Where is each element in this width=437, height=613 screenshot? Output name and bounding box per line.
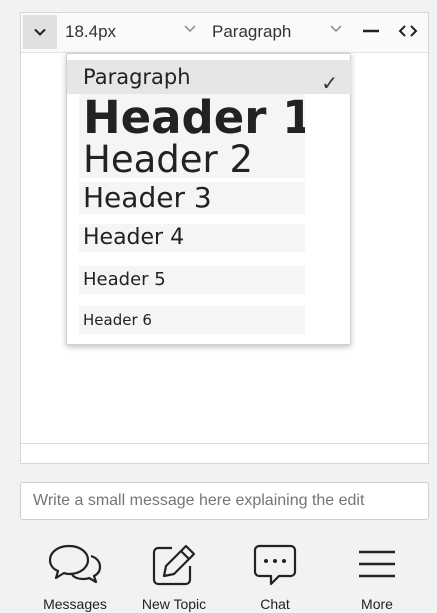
font-size-select[interactable]: 18.4px <box>65 22 116 42</box>
nav-messages[interactable]: Messages <box>25 532 125 613</box>
format-option-paragraph[interactable]: Paragraph ✓ <box>67 60 352 94</box>
new-topic-icon <box>152 544 196 586</box>
toolbar-collapse-button[interactable] <box>23 15 57 49</box>
code-view-icon[interactable] <box>397 21 419 46</box>
block-format-chevron-icon[interactable] <box>329 21 343 40</box>
edit-summary-input[interactable] <box>20 482 429 520</box>
messages-icon <box>48 544 102 584</box>
format-option-header-5[interactable]: Header 5 <box>79 266 305 294</box>
nav-chat[interactable]: Chat <box>225 532 325 613</box>
bottom-navigation: Messages New Topic Chat More <box>0 532 437 613</box>
editor-status-divider <box>21 443 428 444</box>
menu-icon <box>359 550 395 578</box>
block-format-menu[interactable]: Paragraph ✓ Header 1 Header 2 Header 3 H… <box>66 53 352 345</box>
format-option-header-6[interactable]: Header 6 <box>79 306 305 334</box>
font-size-chevron-icon[interactable] <box>183 21 197 40</box>
block-format-select[interactable]: Paragraph <box>212 22 291 42</box>
chat-icon <box>253 544 297 586</box>
format-option-header-2[interactable]: Header 2 <box>79 142 305 178</box>
check-icon: ✓ <box>321 71 338 94</box>
horizontal-rule-icon[interactable] <box>361 21 381 46</box>
chevron-down-icon <box>34 28 46 36</box>
format-option-header-1[interactable]: Header 1 <box>79 94 305 142</box>
nav-more[interactable]: More <box>327 532 427 613</box>
editor-toolbar: 18.4px Paragraph <box>21 13 428 53</box>
format-option-header-3[interactable]: Header 3 <box>79 182 305 214</box>
nav-new-topic[interactable]: New Topic <box>124 532 224 613</box>
format-option-header-4[interactable]: Header 4 <box>79 224 305 252</box>
